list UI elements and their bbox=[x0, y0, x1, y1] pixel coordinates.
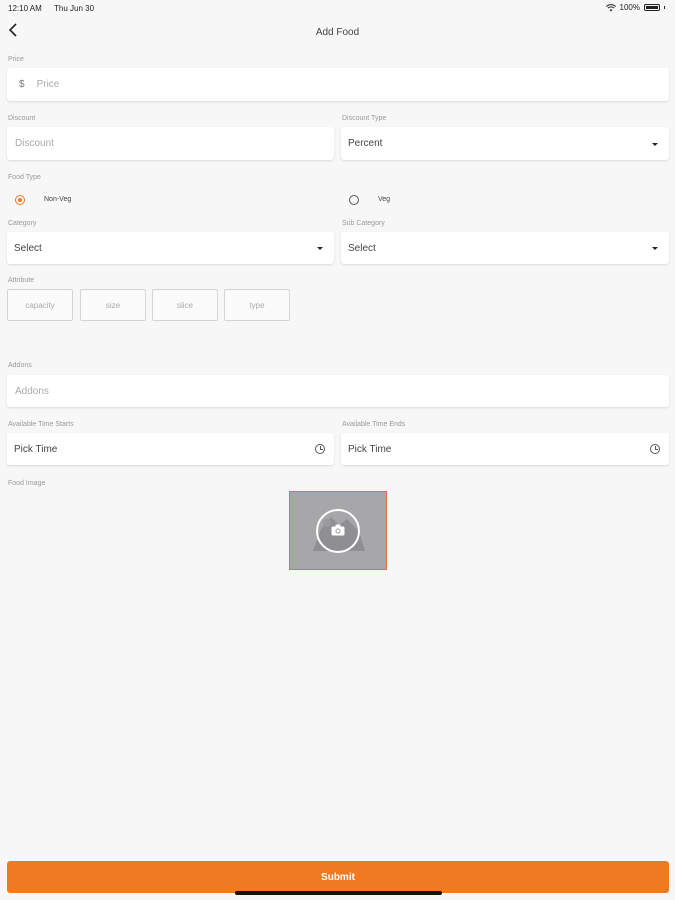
food-type-label: Food Type bbox=[8, 174, 41, 181]
veg-radio[interactable] bbox=[349, 195, 359, 205]
discount-label: Discount bbox=[8, 115, 36, 122]
dropdown-arrow-icon bbox=[317, 247, 323, 250]
food-image-picker[interactable] bbox=[289, 491, 387, 570]
clock-icon bbox=[650, 444, 660, 454]
addons-placeholder: Addons bbox=[15, 385, 49, 397]
dropdown-arrow-icon bbox=[652, 142, 658, 146]
sub-category-select[interactable]: Select bbox=[341, 232, 669, 264]
food-image-label: Food Image bbox=[8, 480, 46, 487]
discount-type-select[interactable]: Percent bbox=[341, 127, 669, 160]
battery-icon bbox=[644, 4, 660, 11]
time-start-picker[interactable]: Pick Time bbox=[7, 433, 334, 465]
sub-category-label: Sub Category bbox=[342, 220, 385, 227]
attribute-chip-capacity[interactable]: capacity bbox=[7, 289, 73, 321]
non-veg-radio[interactable] bbox=[15, 195, 25, 205]
submit-button[interactable]: Submit bbox=[7, 861, 669, 893]
veg-label: Veg bbox=[378, 196, 391, 203]
status-indicators: 100% bbox=[605, 3, 665, 12]
status-bar: 12:10 AM Thu Jun 30 100% bbox=[0, 0, 675, 16]
sub-category-value: Select bbox=[348, 242, 376, 254]
category-select[interactable]: Select bbox=[7, 232, 334, 264]
time-end-picker[interactable]: Pick Time bbox=[341, 433, 669, 465]
camera-icon bbox=[331, 524, 345, 536]
price-label: Price bbox=[8, 56, 24, 63]
attribute-chip-size[interactable]: size bbox=[80, 289, 146, 321]
discount-placeholder: Discount bbox=[15, 138, 54, 149]
navigation-bar: Add Food bbox=[0, 16, 675, 50]
dollar-icon: $ bbox=[19, 79, 25, 90]
dropdown-arrow-icon bbox=[652, 247, 658, 250]
attribute-chip-slice[interactable]: slice bbox=[152, 289, 218, 321]
time-end-label: Available Time Ends bbox=[342, 421, 406, 428]
status-time: 12:10 AM bbox=[8, 4, 42, 13]
page-title: Add Food bbox=[315, 27, 360, 38]
attribute-label: Attribute bbox=[8, 277, 35, 284]
discount-type-value: Percent bbox=[348, 138, 383, 149]
non-veg-label: Non-Veg bbox=[44, 196, 72, 203]
addons-label: Addons bbox=[8, 362, 32, 369]
battery-tip bbox=[664, 6, 665, 9]
discount-input[interactable]: Discount bbox=[7, 127, 334, 160]
attribute-chip-type[interactable]: type bbox=[224, 289, 290, 321]
clock-icon bbox=[315, 444, 325, 454]
home-indicator bbox=[235, 891, 442, 895]
wifi-icon bbox=[605, 3, 616, 11]
addons-input[interactable]: Addons bbox=[7, 375, 669, 407]
status-date: Thu Jun 30 bbox=[54, 4, 95, 13]
price-input[interactable]: $ Price bbox=[7, 68, 669, 101]
category-label: Category bbox=[8, 220, 37, 227]
time-start-label: Available Time Starts bbox=[8, 421, 74, 428]
discount-type-label: Discount Type bbox=[342, 115, 387, 122]
time-end-value: Pick Time bbox=[348, 443, 392, 455]
battery-percent: 100% bbox=[619, 3, 640, 12]
time-start-value: Pick Time bbox=[14, 443, 58, 455]
category-value: Select bbox=[14, 242, 42, 254]
price-placeholder: Price bbox=[36, 79, 60, 90]
